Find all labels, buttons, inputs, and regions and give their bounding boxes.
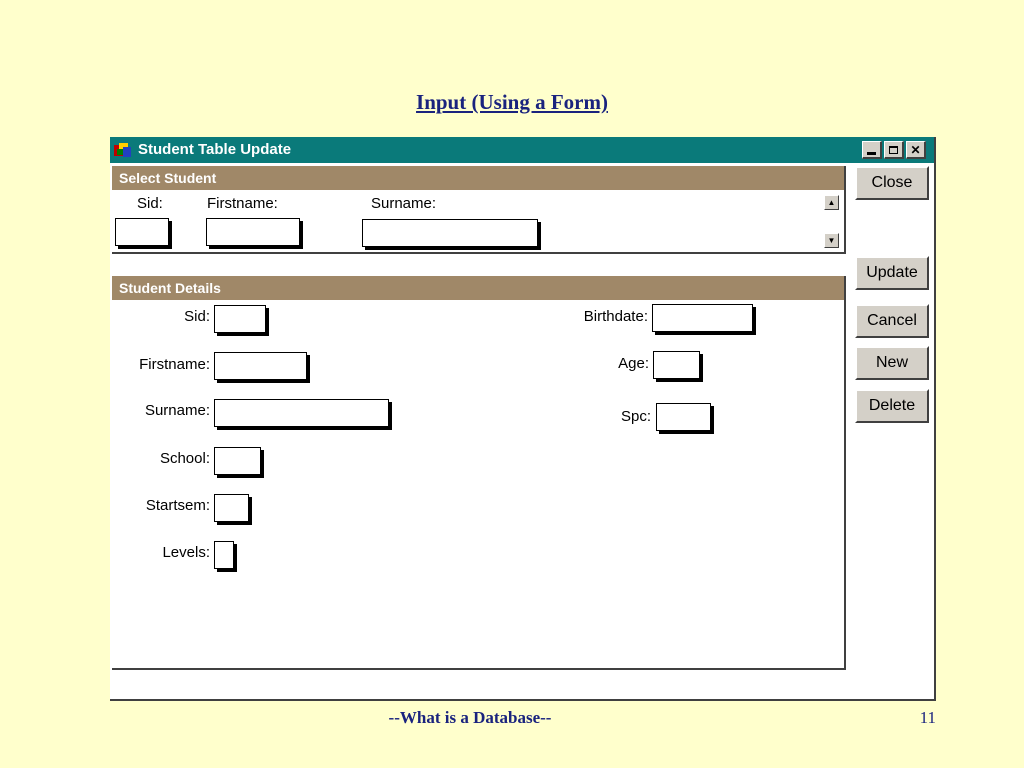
form-body: Select Student Sid: Firstname: Surname: …: [110, 163, 934, 699]
student-form-window: Student Table Update ✕ Select Student Si…: [110, 137, 936, 701]
access-app-icon: [114, 143, 131, 157]
details-age-label: Age:: [618, 355, 649, 372]
details-levels-label: Levels:: [162, 544, 210, 561]
update-button[interactable]: Update: [855, 256, 929, 290]
select-surname-field[interactable]: [362, 219, 538, 247]
select-firstname-field[interactable]: [206, 218, 300, 246]
new-button[interactable]: New: [855, 346, 929, 380]
page-number: 11: [919, 708, 936, 727]
cancel-button[interactable]: Cancel: [855, 304, 929, 338]
details-firstname-label: Firstname:: [139, 356, 210, 373]
scroll-down-icon[interactable]: ▼: [824, 233, 839, 248]
student-details-header: Student Details: [112, 276, 844, 300]
select-scrollbar[interactable]: ▲ ▼: [824, 195, 839, 251]
window-titlebar[interactable]: Student Table Update ✕: [110, 137, 934, 163]
select-student-panel: Select Student Sid: Firstname: Surname: …: [112, 166, 846, 254]
details-startsem-label: Startsem:: [145, 497, 210, 514]
details-startsem-field[interactable]: [214, 494, 249, 522]
scroll-up-icon[interactable]: ▲: [824, 195, 839, 210]
details-age-field[interactable]: [653, 351, 700, 379]
details-spc-field[interactable]: [656, 403, 711, 431]
select-surname-label: Surname:: [371, 195, 437, 212]
details-spc-label: Spc:: [620, 408, 651, 425]
select-sid-label: Sid:: [137, 195, 163, 212]
details-surname-label: Surname:: [144, 402, 210, 419]
details-firstname-field[interactable]: [214, 352, 307, 380]
select-sid-field[interactable]: [115, 218, 169, 246]
details-birthdate-field[interactable]: [652, 304, 753, 332]
details-sid-label: Sid:: [184, 308, 210, 325]
slide-footer: --What is a Database--: [388, 708, 552, 727]
details-levels-field[interactable]: [214, 541, 234, 569]
close-button[interactable]: Close: [855, 166, 929, 200]
close-icon[interactable]: ✕: [906, 141, 926, 159]
details-birthdate-label: Birthdate:: [583, 308, 648, 325]
select-student-header: Select Student: [112, 166, 844, 190]
details-school-field[interactable]: [214, 447, 261, 475]
maximize-icon[interactable]: [884, 141, 904, 159]
delete-button[interactable]: Delete: [855, 389, 929, 423]
details-school-label: School:: [159, 450, 210, 467]
slide-title: Input (Using a Form): [416, 90, 608, 114]
window-title: Student Table Update: [138, 141, 292, 158]
student-details-panel: Student Details Sid: Firstname: Surname:…: [112, 276, 846, 670]
details-surname-field[interactable]: [214, 399, 389, 427]
details-sid-field[interactable]: [214, 305, 266, 333]
minimize-icon[interactable]: [862, 141, 882, 159]
select-firstname-label: Firstname:: [207, 195, 278, 212]
